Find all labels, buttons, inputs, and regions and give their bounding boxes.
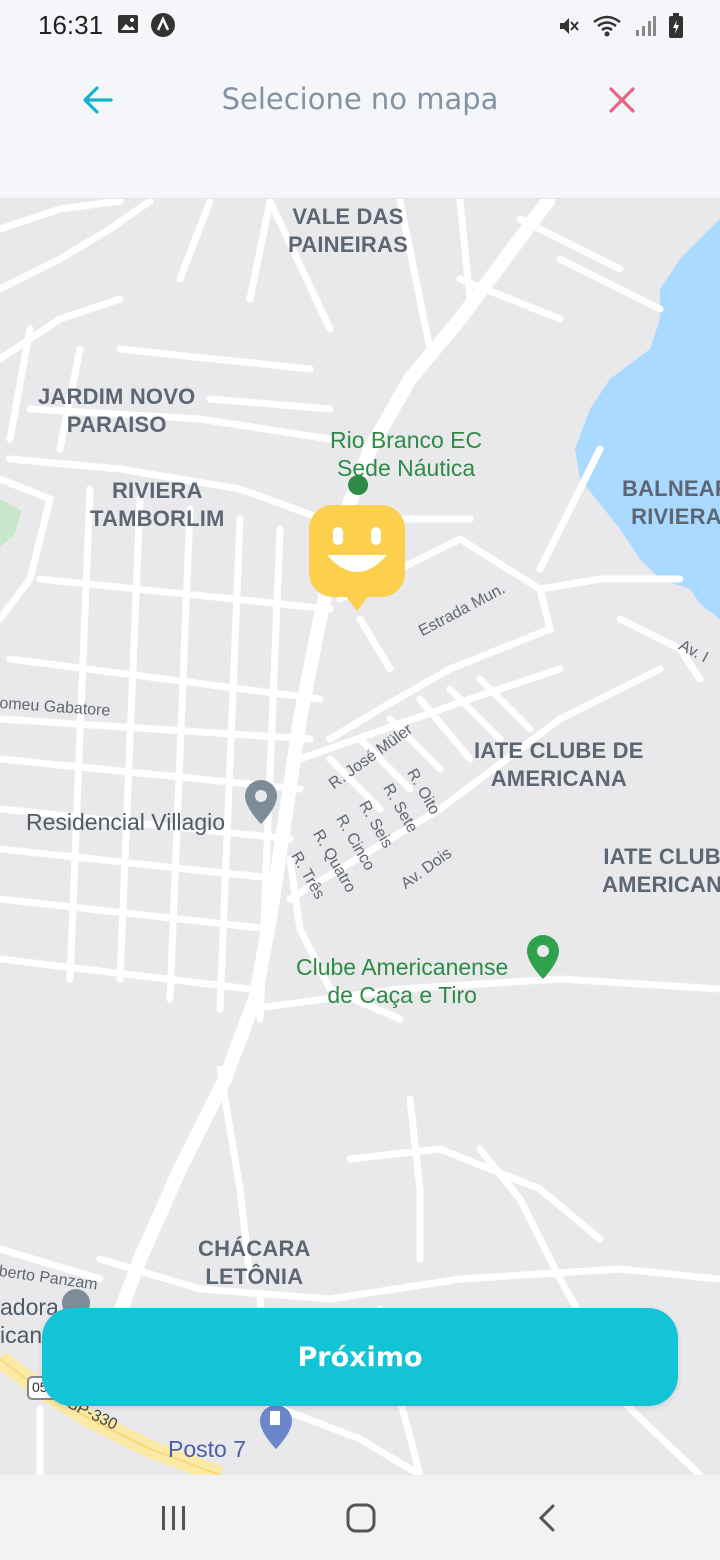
back-icon (538, 1504, 555, 1532)
system-back-button[interactable] (518, 1493, 578, 1543)
area-label-jardim: JARDIM NOVO PARAISO (38, 384, 196, 437)
image-icon (118, 15, 138, 33)
back-button[interactable] (74, 76, 122, 124)
poi-label-residencial[interactable]: Residencial Villagio (26, 808, 225, 836)
area-label-chacara: CHÁCARA LETÔNIA (198, 1236, 311, 1289)
status-right-icons (556, 12, 684, 40)
system-nav-bar (0, 1475, 720, 1560)
area-label-balnear: BALNEARRIVIERA (622, 476, 720, 529)
close-button[interactable] (598, 76, 646, 124)
area-label-iate-2: IATE CLUB AMERICAN (602, 844, 720, 897)
wifi-icon (593, 15, 621, 37)
signal-icon (636, 16, 656, 36)
map-view[interactable]: VALE DAS PAINEIRAS JARDIM NOVO PARAISO RIV… (0, 199, 720, 1475)
arrow-left-icon (83, 86, 113, 114)
poi-label-rio-branco[interactable]: Rio Branco EC Sede Náutica (330, 426, 482, 482)
app-icon (151, 13, 175, 37)
area-label-iate-1: IATE CLUBE DE AMERICANA (474, 738, 644, 791)
poi-label-posto[interactable]: Posto 7 (168, 1435, 246, 1463)
app-header: Selecione no mapa (0, 52, 720, 199)
recent-apps-icon (162, 1506, 185, 1530)
close-icon (609, 87, 635, 113)
home-icon (346, 1503, 376, 1533)
recent-apps-button[interactable] (144, 1493, 204, 1543)
area-label-vale: VALE DAS PAINEIRAS (288, 204, 408, 257)
smiley-location-marker-icon (309, 505, 405, 611)
green-area (0, 499, 22, 547)
status-bar: 16:31 (0, 0, 720, 52)
poi-label-clube[interactable]: Clube Americanense de Caça e Tiro (296, 953, 508, 1009)
mute-icon (560, 18, 579, 34)
status-time: 16:31 (38, 10, 104, 40)
status-left-icons (116, 12, 176, 40)
next-button[interactable]: Próximo (42, 1308, 678, 1406)
area-label-riviera: RIVIERA TAMBORLIM (90, 478, 225, 531)
page-title: Selecione no mapa (221, 82, 499, 116)
home-button[interactable] (331, 1493, 391, 1543)
battery-icon (669, 13, 683, 38)
